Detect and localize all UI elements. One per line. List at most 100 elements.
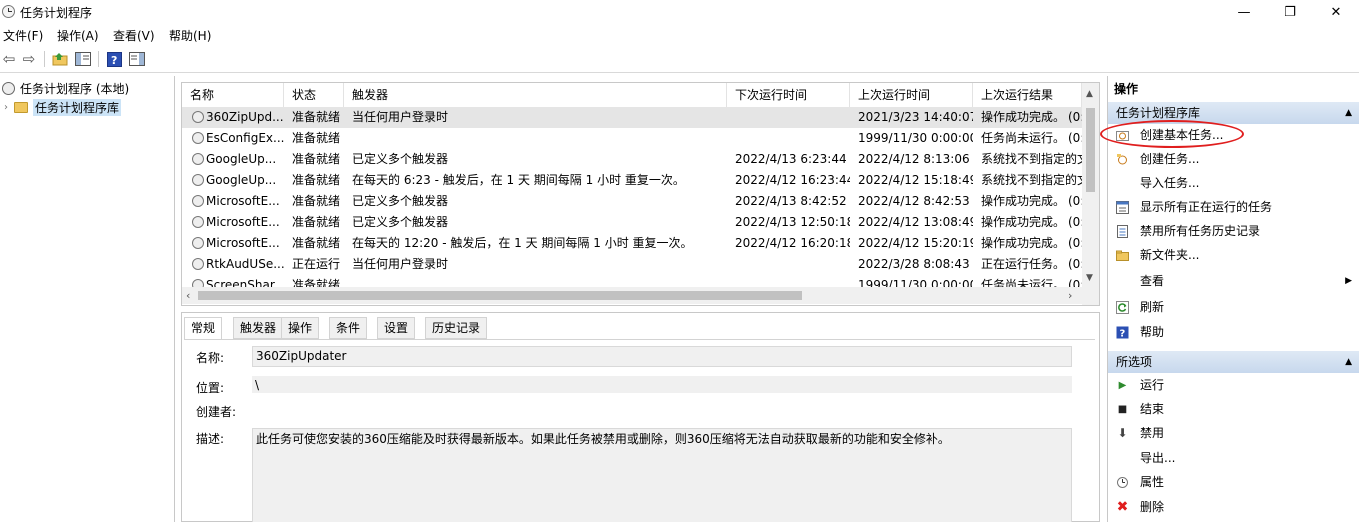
action-view-submenu[interactable]: 查看 ▶: [1108, 270, 1359, 292]
help-icon: ?: [1116, 326, 1129, 340]
column-header-last-result[interactable]: 上次运行结果: [973, 83, 1082, 107]
tab-settings[interactable]: 设置: [377, 317, 416, 339]
description-label: 描述:: [196, 432, 225, 446]
collapse-arrow-icon[interactable]: ▲: [1345, 351, 1352, 373]
column-header-trigger[interactable]: 触发器: [344, 83, 727, 107]
table-row[interactable]: MicrosoftE... 准备就绪 在每天的 12:20 - 触发后，在 1 天 …: [182, 233, 1082, 254]
vertical-scroll-thumb[interactable]: [1086, 108, 1095, 192]
cell-name: 360ZipUpd...: [206, 110, 284, 124]
cell-last: 2022/4/12 13:08:49: [858, 215, 973, 229]
action-refresh[interactable]: 刷新: [1108, 296, 1359, 318]
action-label: 禁用所有任务历史记录: [1140, 224, 1261, 238]
actions-pane-title: 操作: [1114, 82, 1139, 96]
cell-name: MicrosoftE...: [206, 215, 280, 229]
action-disable[interactable]: ⬇ 禁用: [1108, 422, 1359, 444]
location-label: 位置:: [196, 381, 225, 395]
action-run[interactable]: ▶ 运行: [1108, 374, 1359, 396]
action-delete[interactable]: ✖ 删除: [1108, 496, 1359, 518]
run-icon: ▶: [1118, 380, 1127, 391]
stop-icon: ■: [1117, 404, 1128, 415]
menu-view[interactable]: 查看(V): [113, 27, 155, 44]
name-label: 名称:: [196, 351, 225, 365]
table-row[interactable]: MicrosoftE... 准备就绪 已定义多个触发器 2022/4/13 8:42:…: [182, 191, 1082, 212]
menu-help[interactable]: 帮助(H): [169, 27, 211, 44]
tab-conditions[interactable]: 条件: [329, 317, 368, 339]
action-new-folder[interactable]: 新文件夹...: [1108, 244, 1359, 266]
cell-trigger: 当任何用户登录时: [352, 110, 449, 124]
name-field[interactable]: 360ZipUpdater: [252, 346, 1072, 367]
tab-actions[interactable]: 操作: [281, 317, 320, 339]
tree-item-library[interactable]: › 任务计划程序库: [4, 98, 122, 116]
horizontal-scroll-thumb[interactable]: [198, 291, 802, 300]
create-basic-task-icon: [1116, 129, 1129, 142]
column-header-last-run[interactable]: 上次运行时间: [850, 83, 973, 107]
cell-status: 准备就绪: [292, 152, 341, 166]
action-help[interactable]: ? 帮助: [1108, 321, 1359, 343]
column-header-name[interactable]: 名称: [182, 83, 284, 107]
toolbar-separator: [98, 51, 99, 67]
list-vertical-scrollbar[interactable]: ▲ ▼: [1082, 83, 1099, 305]
section-selected-label: 所选项: [1116, 355, 1153, 369]
table-row[interactable]: EsConfigEx... 准备就绪 1999/11/30 0:00:00 任务尚未运…: [182, 128, 1082, 149]
collapse-arrow-icon[interactable]: ▲: [1345, 102, 1352, 124]
cell-name: MicrosoftE...: [206, 236, 280, 250]
title-bar: 任务计划程序 — ❐ ✕: [0, 0, 1359, 24]
menu-bar: 文件(F) 操作(A) 查看(V) 帮助(H): [0, 24, 1359, 46]
column-header-next-run[interactable]: 下次运行时间: [727, 83, 850, 107]
section-header-selected[interactable]: 所选项 ▲: [1108, 351, 1359, 373]
action-export[interactable]: 导出...: [1108, 447, 1359, 469]
scroll-up-icon[interactable]: ▲: [1086, 89, 1093, 99]
section-header-library[interactable]: 任务计划程序库 ▲: [1108, 102, 1359, 124]
help-icon[interactable]: ?: [105, 50, 123, 68]
action-label: 禁用: [1140, 426, 1165, 440]
tab-history[interactable]: 历史记录: [425, 317, 488, 339]
list-horizontal-scrollbar[interactable]: ‹ ›: [182, 287, 1082, 304]
cell-next: [727, 107, 850, 128]
action-create-basic-task[interactable]: 创建基本任务...: [1108, 124, 1359, 146]
tree-item-root[interactable]: 任务计划程序 (本地): [2, 79, 129, 97]
menu-file[interactable]: 文件(F): [3, 27, 43, 44]
actions-pane: 操作 任务计划程序库 ▲ 创建基本任务... 创建任务... 导入任务... 显…: [1107, 76, 1359, 522]
cell-status: 准备就绪: [292, 236, 341, 250]
table-row[interactable]: MicrosoftE... 准备就绪 已定义多个触发器 2022/4/13 12:50…: [182, 212, 1082, 233]
show-hide-tree-icon[interactable]: [74, 50, 92, 68]
column-header-status[interactable]: 状态: [284, 83, 344, 107]
cell-next: [727, 128, 850, 149]
action-label: 创建基本任务...: [1140, 128, 1224, 142]
cell-next: 2022/4/12 16:20:18: [735, 236, 850, 250]
show-hide-action-pane-icon[interactable]: [128, 50, 146, 68]
tab-general[interactable]: 常规: [184, 317, 223, 340]
scroll-right-icon[interactable]: ›: [1068, 289, 1072, 302]
action-show-running-tasks[interactable]: 显示所有正在运行的任务: [1108, 196, 1359, 218]
expand-chevron-icon[interactable]: ›: [4, 102, 8, 113]
cell-trigger: 已定义多个触发器: [352, 215, 449, 229]
cell-result-code: (0:: [1068, 215, 1082, 229]
tab-triggers[interactable]: 触发器: [233, 317, 284, 339]
cell-next: 2022/4/13 6:23:44: [735, 152, 847, 166]
action-import-task[interactable]: 导入任务...: [1108, 172, 1359, 194]
menu-action[interactable]: 操作(A): [57, 27, 99, 44]
action-end[interactable]: ■ 结束: [1108, 398, 1359, 420]
cell-name: GoogleUp...: [206, 152, 277, 166]
forward-arrow-icon[interactable]: ⇨: [20, 50, 38, 68]
scroll-down-icon[interactable]: ▼: [1086, 273, 1093, 283]
action-disable-history[interactable]: 禁用所有任务历史记录: [1108, 220, 1359, 242]
table-row[interactable]: 360ZipUpd... 准备就绪 当任何用户登录时 2021/3/23 14:40:…: [182, 107, 1082, 128]
toolbar-separator: [44, 51, 45, 67]
cell-next: [727, 254, 850, 275]
minimize-button[interactable]: —: [1221, 0, 1267, 24]
description-field[interactable]: 此任务可使您安装的360压缩能及时获得最新版本。如果此任务被禁用或删除，则360…: [252, 428, 1072, 522]
folder-icon: [14, 101, 28, 113]
table-row[interactable]: GoogleUp... 准备就绪 在每天的 6:23 - 触发后，在 1 天 期间每…: [182, 170, 1082, 191]
table-row[interactable]: RtkAudUSe... 正在运行 当任何用户登录时 2022/3/28 8:08:4…: [182, 254, 1082, 275]
maximize-button[interactable]: ❐: [1267, 0, 1313, 24]
close-button[interactable]: ✕: [1313, 0, 1359, 24]
navigation-tree: 任务计划程序 (本地) › 任务计划程序库: [0, 76, 175, 522]
action-label: 查看: [1140, 274, 1165, 288]
back-arrow-icon[interactable]: ⇦: [0, 50, 18, 68]
table-row[interactable]: GoogleUp... 准备就绪 已定义多个触发器 2022/4/13 6:23:44…: [182, 149, 1082, 170]
action-properties[interactable]: 属性: [1108, 471, 1359, 493]
scroll-left-icon[interactable]: ‹: [186, 289, 190, 302]
action-create-task[interactable]: 创建任务...: [1108, 148, 1359, 170]
folder-up-icon[interactable]: [51, 50, 69, 68]
